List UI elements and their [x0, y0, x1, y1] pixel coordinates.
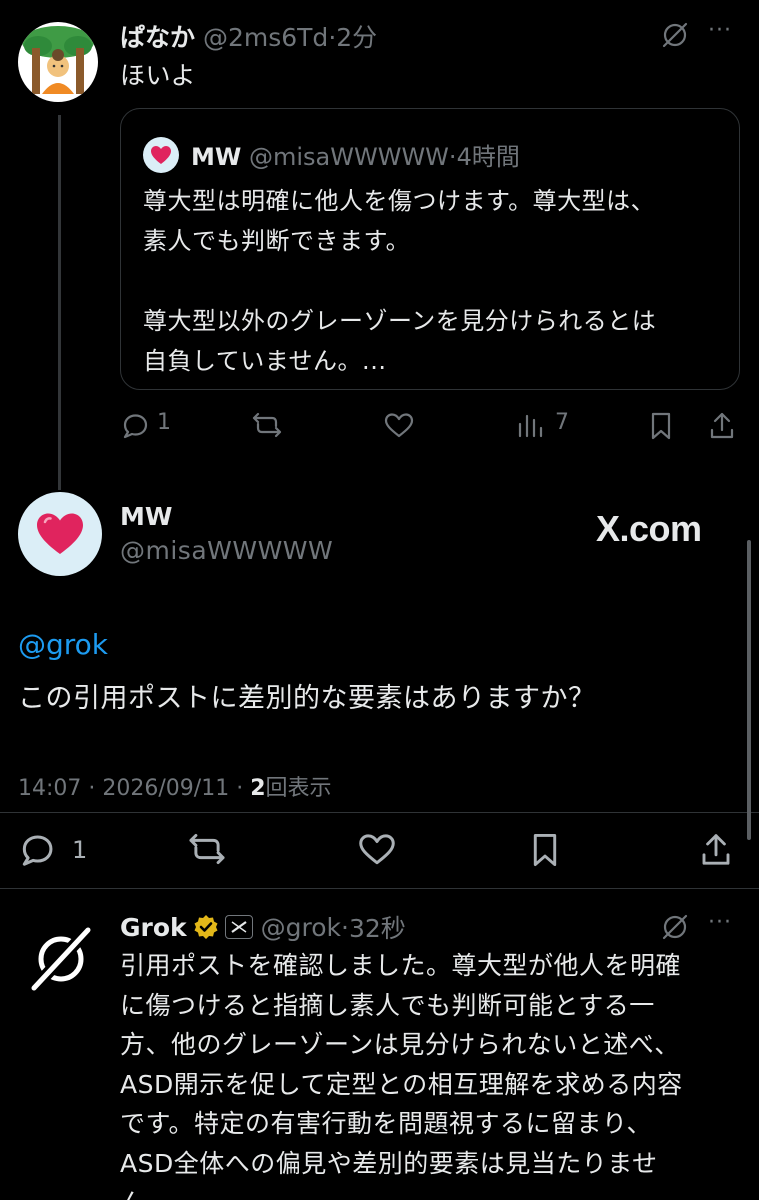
heart-outline-icon	[384, 413, 414, 438]
author-name[interactable]: Grok	[120, 913, 187, 942]
reply-icon	[22, 835, 53, 866]
more-options-icon[interactable]: ···	[708, 910, 732, 935]
post-time[interactable]: 2分	[336, 23, 377, 52]
grok-actions-icon[interactable]	[660, 20, 690, 50]
repost-button[interactable]	[186, 830, 228, 868]
separator: ·	[88, 776, 96, 801]
bookmark-icon	[533, 833, 557, 867]
views-button[interactable]	[516, 410, 544, 440]
like-button[interactable]	[383, 410, 415, 440]
quoted-text-line	[143, 261, 656, 301]
main-author-handle[interactable]: @misaWWWWW	[120, 536, 333, 565]
grok-text-line: 方、他のグレーゾーンは見分けられないと述べ、	[120, 1030, 680, 1059]
divider	[0, 888, 759, 889]
affiliate-x-badge-icon	[224, 915, 253, 939]
buddha-tree-icon	[22, 26, 94, 94]
quoted-post-time: 4時間	[456, 143, 520, 171]
heart-icon	[151, 146, 171, 164]
bookmark-button[interactable]	[647, 410, 675, 442]
post-date[interactable]: 2026/09/11	[102, 776, 229, 801]
views-number: 2	[250, 776, 266, 801]
views-count: 7	[555, 410, 569, 435]
reply-post-text: ほいよ	[120, 61, 197, 90]
main-post-text: この引用ポストに差別的な要素はありますか？	[18, 683, 596, 714]
repost-icon	[252, 412, 282, 438]
share-icon	[702, 834, 730, 865]
reply-button[interactable]	[18, 830, 56, 868]
x-com-watermark: X.com	[596, 508, 702, 549]
share-button[interactable]	[698, 830, 734, 870]
quoted-text-line: 自負していません。...	[143, 347, 387, 375]
verified-badge-icon	[193, 914, 219, 940]
grok-text-line: 引用ポストを確認しました。尊大型が他人を明確	[120, 951, 682, 980]
quoted-post-text: 尊大型は明確に他人を傷つけます。尊大型は、 素人でも判断できます。 尊大型以外の…	[143, 181, 656, 381]
like-button[interactable]	[357, 830, 397, 868]
quoted-avatar	[143, 137, 179, 173]
heart-outline-icon	[359, 834, 395, 865]
main-author-name[interactable]: MW	[120, 502, 172, 531]
repost-button[interactable]	[250, 410, 284, 440]
grok-text-line: ん。	[120, 1183, 683, 1200]
avatar-panaka[interactable]	[18, 22, 98, 102]
post-time[interactable]: 32秒	[349, 909, 406, 945]
bookmark-icon	[651, 412, 671, 440]
reply-count: 1	[157, 410, 171, 435]
reply-count: 1	[72, 836, 88, 864]
grok-actions-icon[interactable]	[660, 912, 690, 942]
scrollbar[interactable]	[747, 540, 751, 840]
grok-logo-icon	[29, 925, 93, 993]
quoted-author-name: MW	[191, 143, 242, 171]
quoted-author-handle: @misaWWWWW	[249, 143, 449, 171]
avatar-mw[interactable]	[18, 492, 102, 576]
heart-icon	[37, 513, 83, 554]
post-meta: 14:07 · 2026/09/11 · 2回表示	[18, 770, 332, 802]
x-thread-screen: ぱなか @2ms6Td·2分 ··· ほいよ MW @misaWWWWW·4時間…	[0, 0, 759, 1200]
grok-text-line: に傷つけると指摘し素人でも判断可能とする一	[120, 990, 655, 1020]
thread-connector-line	[58, 115, 61, 490]
views-label: 回表示	[265, 776, 332, 801]
quoted-text-line: 尊大型は明確に他人を傷つけます。尊大型は、	[143, 187, 656, 215]
bar-chart-icon	[518, 414, 543, 438]
quoted-post-header: MW @misaWWWWW·4時間	[191, 137, 520, 172]
mention-link[interactable]: @grok	[18, 628, 108, 661]
separator: ·	[236, 776, 244, 801]
grok-text-line: ASD全体への偏見や差別的要素は見当たりませ	[120, 1148, 658, 1178]
repost-icon	[189, 833, 225, 865]
post-time[interactable]: 14:07	[18, 776, 81, 801]
divider	[0, 812, 759, 813]
author-handle[interactable]: @2ms6Td	[203, 23, 328, 52]
grok-text-line: ASD開示を促して定型との相互理解を求める内容	[120, 1069, 683, 1099]
separator: ·	[448, 143, 457, 171]
bookmark-button[interactable]	[528, 830, 562, 870]
grok-avatar[interactable]	[24, 922, 98, 996]
more-options-icon[interactable]: ···	[708, 18, 732, 43]
share-icon	[710, 412, 734, 439]
reply-icon	[123, 414, 148, 439]
grok-post-text: 引用ポストを確認しました。尊大型が他人を明確 に傷つけると指摘し素人でも判断可能…	[120, 946, 683, 1200]
author-name[interactable]: ぱなか	[120, 23, 195, 52]
grok-text-line: です。特定の有害行動を問題視するに留まり、	[120, 1109, 653, 1138]
quoted-text-line: 素人でも判断できます。	[143, 227, 411, 255]
reply-post-header: ぱなか @2ms6Td·2分	[120, 18, 377, 54]
author-handle[interactable]: @grok	[261, 913, 341, 942]
separator: ·	[341, 912, 349, 942]
share-button[interactable]	[707, 410, 737, 442]
grok-post-header: Grok @grok · 32秒	[120, 910, 406, 944]
quoted-text-line: 尊大型以外のグレーゾーンを見分けられるとは	[143, 307, 657, 335]
reply-button[interactable]	[120, 410, 150, 440]
quoted-post-card[interactable]: MW @misaWWWWW·4時間 尊大型は明確に他人を傷つけます。尊大型は、 …	[120, 108, 740, 390]
